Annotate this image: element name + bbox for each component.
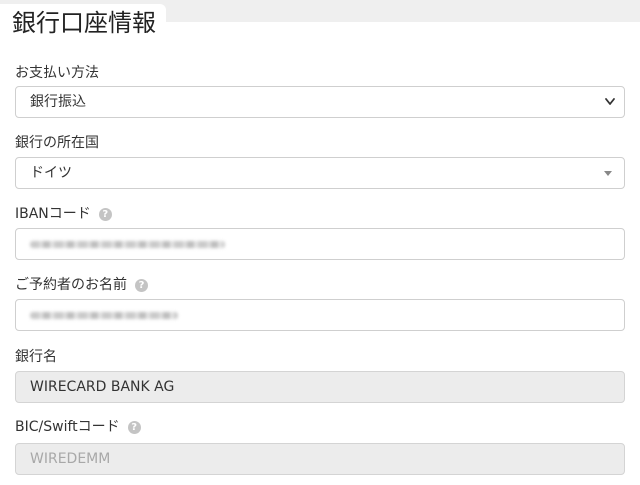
bic-value: WIREDEMM — [30, 451, 111, 467]
account-holder-blurred-value — [30, 312, 178, 319]
chevron-down-icon — [605, 98, 615, 105]
caret-down-icon — [604, 171, 612, 176]
bank-name-value: WIRECARD BANK AG — [30, 379, 175, 395]
iban-blurred-value — [30, 241, 225, 248]
account-holder-input[interactable] — [15, 299, 625, 331]
iban-label: IBANコード ? — [15, 205, 112, 223]
help-icon[interactable]: ? — [127, 420, 141, 434]
payment-method-select[interactable]: 銀行振込 — [15, 86, 625, 118]
iban-input[interactable] — [15, 228, 625, 260]
bank-name-label-text: 銀行名 — [15, 349, 57, 365]
bank-country-value: ドイツ — [30, 165, 72, 181]
payment-method-label: お支払い方法 — [15, 64, 99, 82]
bank-name-field: WIRECARD BANK AG — [15, 371, 625, 403]
page-title: 銀行口座情報 — [12, 9, 156, 37]
bank-country-select[interactable]: ドイツ — [15, 157, 625, 189]
bank-country-label: 銀行の所在国 — [15, 134, 99, 152]
bic-field: WIREDEMM — [15, 443, 625, 475]
bic-label: BIC/Swiftコード ? — [15, 418, 141, 436]
payment-method-value: 銀行振込 — [30, 94, 86, 110]
account-holder-label-text: ご予約者のお名前 — [15, 277, 127, 293]
bank-name-label: 銀行名 — [15, 348, 57, 366]
account-holder-label: ご予約者のお名前 ? — [15, 276, 148, 294]
bank-country-label-text: 銀行の所在国 — [15, 135, 99, 151]
payment-method-label-text: お支払い方法 — [15, 65, 99, 81]
iban-label-text: IBANコード — [15, 206, 91, 222]
help-icon[interactable]: ? — [135, 278, 148, 292]
bic-label-text: BIC/Swiftコード — [15, 419, 120, 435]
help-icon[interactable]: ? — [98, 207, 112, 221]
